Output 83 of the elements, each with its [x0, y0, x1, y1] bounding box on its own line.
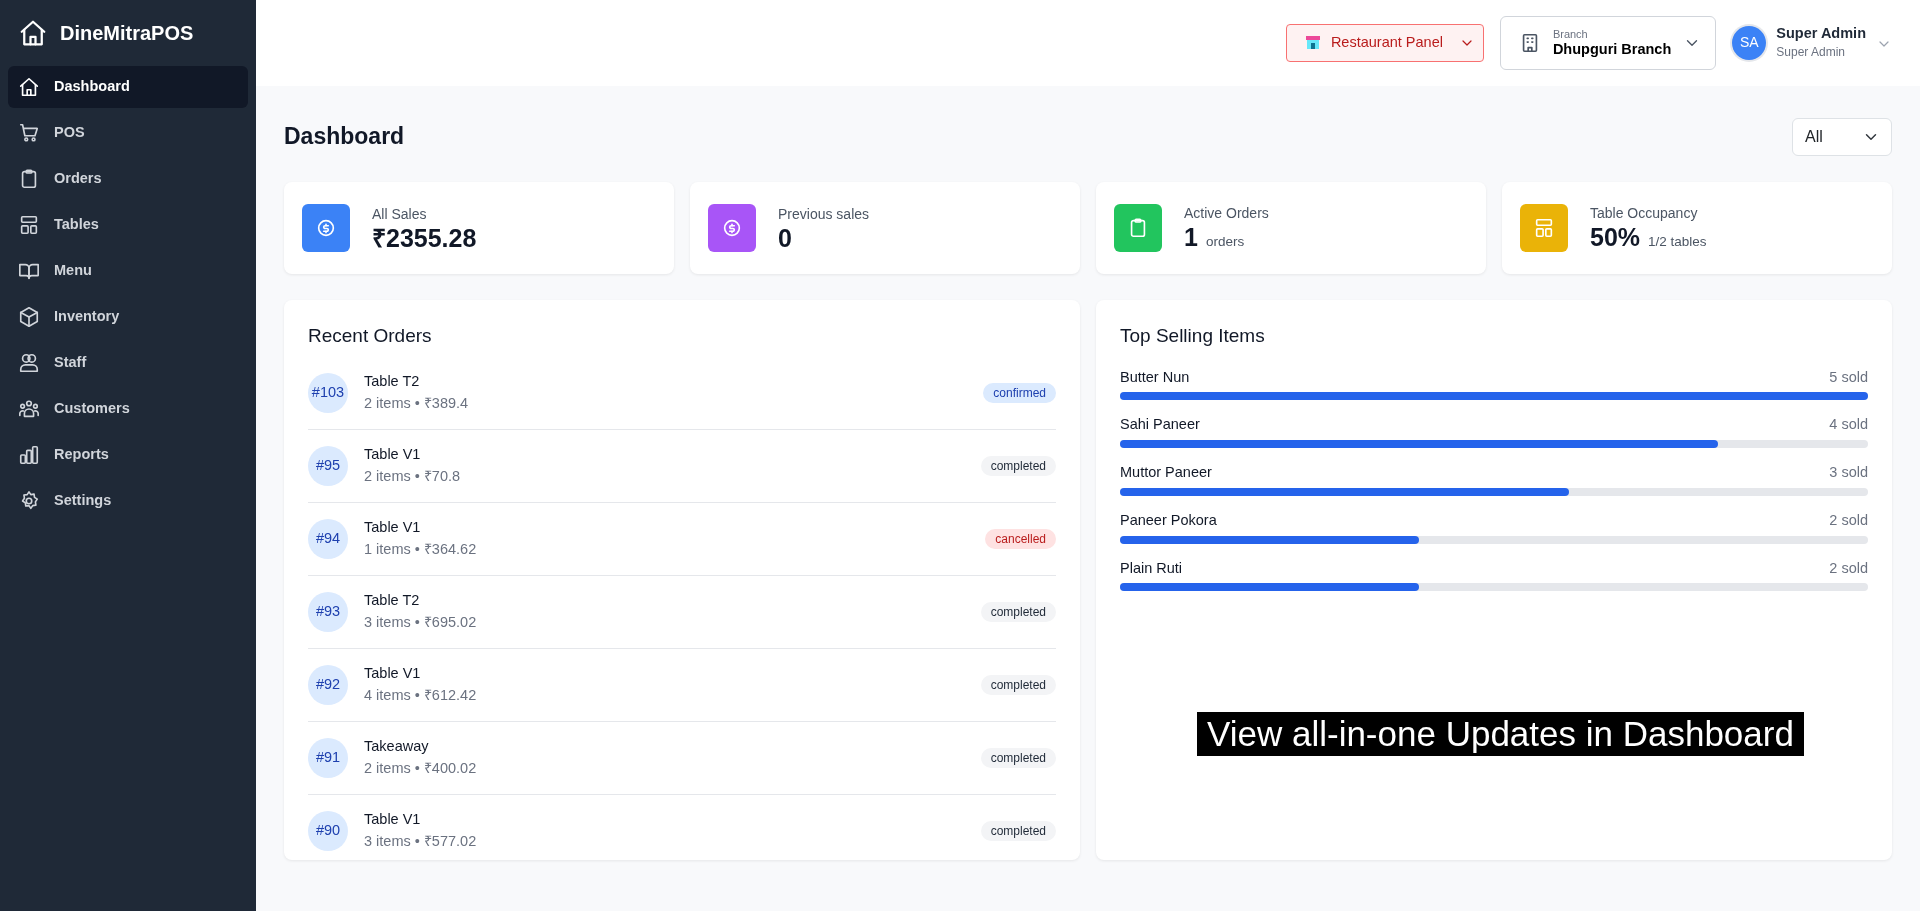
order-number: #90: [308, 811, 348, 851]
panel-select[interactable]: Restaurant Panel: [1285, 24, 1484, 62]
order-details: 2 items • ₹389.4: [364, 393, 470, 413]
order-details: 2 items • ₹70.8: [364, 466, 462, 486]
item-name: Paneer Pokora: [1120, 510, 1217, 530]
order-details: 1 items • ₹364.62: [364, 539, 478, 559]
status-badge: completed: [980, 747, 1056, 768]
status-badge: completed: [980, 455, 1056, 476]
user-avatar: SA: [1732, 26, 1767, 60]
people-icon: [18, 352, 40, 374]
sidebar-item[interactable]: Settings: [8, 480, 248, 522]
order-details: 2 items • ₹400.02: [364, 758, 478, 778]
house-icon: [18, 76, 40, 98]
order-table: Table T2: [364, 589, 965, 612]
sold-count: 2 sold: [1829, 510, 1868, 530]
order-details: 3 items • ₹695.02: [364, 612, 478, 632]
order-number: #103: [308, 372, 348, 413]
stat-unit: 1/2 tables: [1648, 233, 1707, 252]
sidebar-item[interactable]: POS: [8, 112, 248, 154]
brand-name: DineMitraPOS: [60, 21, 194, 46]
stat-label: Table Occupancy: [1590, 204, 1699, 224]
sidebar-item[interactable]: Staff: [8, 342, 248, 384]
status-badge: cancelled: [985, 528, 1056, 549]
filter-select[interactable]: All: [1792, 118, 1892, 156]
order-table: Table T2: [364, 370, 968, 393]
order-details: 4 items • ₹612.42: [364, 685, 478, 705]
item-name: Sahi Paneer: [1120, 415, 1200, 435]
branch-select[interactable]: Branch Dhupguri Branch: [1499, 16, 1717, 70]
panel-title: Recent Orders: [308, 324, 433, 348]
item-name: Muttor Paneer: [1120, 463, 1212, 482]
stat-label: Active Orders: [1184, 204, 1269, 224]
dollar-coin-icon: [315, 217, 337, 239]
stat-label: Previous sales: [778, 204, 870, 224]
item-name: Plain Ruti: [1120, 558, 1183, 578]
page-title: Dashboard: [284, 123, 405, 151]
sidebar-item[interactable]: Dashboard: [8, 66, 248, 108]
status-badge: completed: [980, 821, 1056, 841]
caption-overlay: View all-in-one Updates in Dashboard: [1197, 712, 1804, 756]
user-role: Super Admin: [1776, 43, 1846, 61]
layout-icon: [18, 214, 40, 236]
user-name: Super Admin: [1776, 25, 1866, 43]
branch-name: Dhupguri Branch: [1552, 39, 1672, 59]
stat-value: 0: [778, 224, 792, 253]
stat-label: All Sales: [372, 204, 428, 224]
order-table: Table V1: [364, 809, 965, 831]
stat-value: 50%: [1590, 224, 1641, 252]
sold-count: 4 sold: [1829, 415, 1868, 435]
order-details: 3 items • ₹577.02: [364, 832, 478, 851]
stat-unit: orders: [1205, 233, 1245, 252]
sidebar-item[interactable]: Inventory: [8, 296, 248, 338]
sidebar-item[interactable]: Orders: [8, 158, 248, 200]
panel-title: Top Selling Items: [1120, 324, 1266, 348]
stat-value: 1: [1184, 224, 1198, 252]
sidebar-item[interactable]: Reports: [8, 434, 248, 476]
sold-count: 3 sold: [1829, 463, 1868, 482]
sold-count: 2 sold: [1829, 558, 1868, 578]
branch-label: Branch: [1552, 27, 1589, 40]
order-number: #92: [308, 664, 348, 705]
order-table: Table V1: [364, 443, 965, 466]
cart-icon: [18, 122, 40, 144]
status-badge: completed: [980, 674, 1056, 695]
group-icon: [18, 398, 40, 420]
order-number: #94: [308, 518, 348, 559]
order-number: #95: [308, 445, 348, 486]
sidebar-item[interactable]: Menu: [8, 250, 248, 292]
order-table: Table V1: [364, 516, 970, 539]
order-table: Table V1: [364, 662, 965, 685]
status-badge: completed: [980, 601, 1056, 622]
order-number: #93: [308, 591, 348, 632]
house-icon: [18, 18, 48, 48]
dollar-coin-icon: [721, 217, 743, 239]
bar-chart-icon: [18, 444, 40, 466]
sold-count: 5 sold: [1829, 367, 1868, 387]
sidebar-item[interactable]: Customers: [8, 388, 248, 430]
order-table: Takeaway: [364, 735, 965, 758]
stat-value: ₹2355.28: [372, 224, 477, 253]
storefront-icon: [1304, 36, 1321, 50]
order-number: #91: [308, 737, 348, 778]
status-badge: confirmed: [983, 382, 1056, 403]
layout-icon: [1533, 217, 1555, 239]
cube-icon: [18, 306, 40, 328]
sidebar-item[interactable]: Tables: [8, 204, 248, 246]
item-name: Butter Nun: [1120, 367, 1190, 387]
